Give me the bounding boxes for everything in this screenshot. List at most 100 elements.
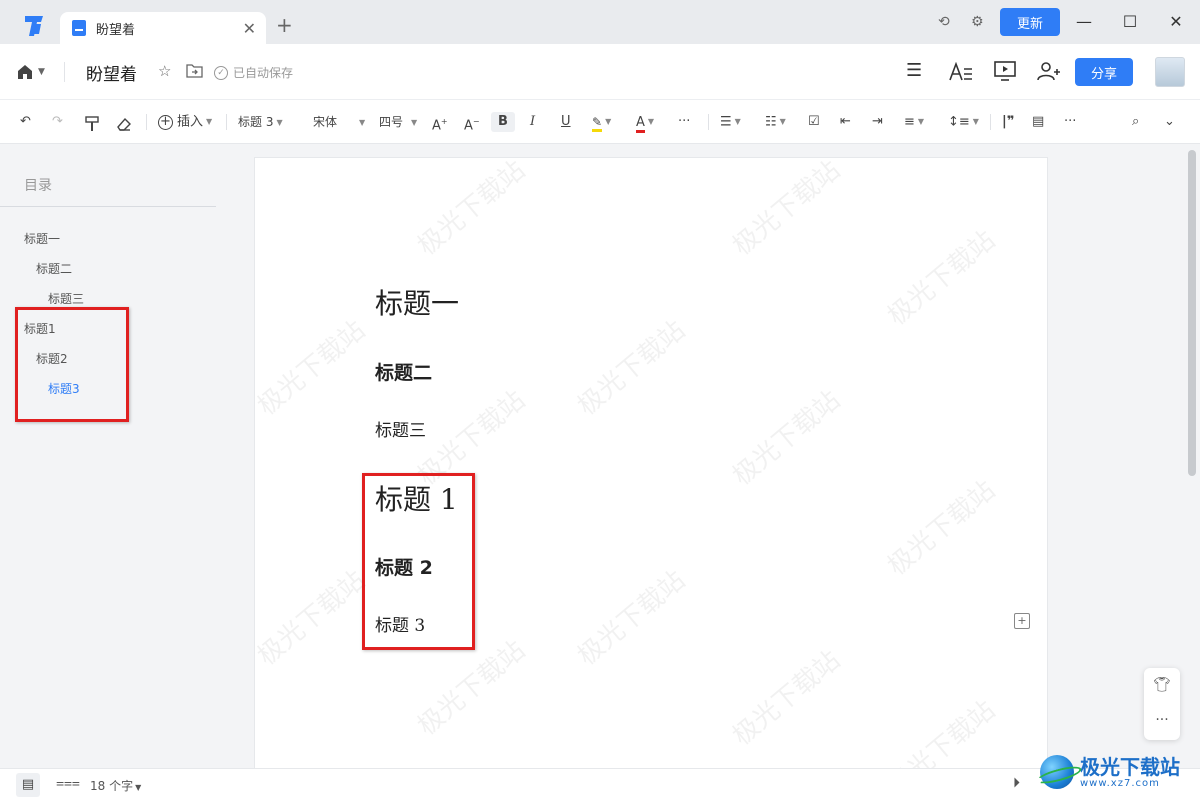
heading-2[interactable]: 标题二 <box>375 358 432 385</box>
close-window-icon[interactable]: ✕ <box>1164 10 1188 34</box>
home-button[interactable]: ▼ <box>16 62 52 82</box>
watermark: 极光下载站 <box>254 565 372 672</box>
chevron-down-icon: ▼ <box>779 117 786 126</box>
chevron-down-icon: ▼ <box>734 117 741 126</box>
share-button[interactable]: 分享 <box>1075 58 1133 86</box>
update-button[interactable]: 更新 <box>1000 8 1060 36</box>
font-family-value: 宋体 <box>313 115 338 129</box>
line-spacing-icon: ↕≡ <box>948 114 970 130</box>
floating-tools: 👕︎ ··· <box>1144 668 1180 740</box>
divider <box>708 114 709 130</box>
bold-icon[interactable]: B <box>491 112 515 132</box>
heading-1[interactable]: 标题一 <box>375 282 459 322</box>
format-painter-icon[interactable] <box>84 114 100 134</box>
home-icon <box>18 65 32 79</box>
divider <box>146 114 147 130</box>
underline-icon[interactable]: U <box>561 112 571 132</box>
toc-item[interactable]: 标题一 <box>24 230 60 247</box>
minimize-icon[interactable]: — <box>1072 10 1096 34</box>
heading-style-select[interactable]: 标题 3 ▼ <box>238 112 283 132</box>
indent-icon[interactable]: ⇥ <box>872 112 883 132</box>
title-bar: 盼望着 ✕ + ⟲ ⚙ 更新 — ☐ ✕ <box>0 0 1200 44</box>
more-icon[interactable]: ··· <box>1144 712 1180 728</box>
folder-move-icon[interactable] <box>186 64 203 78</box>
watermark: 极光下载站 <box>882 225 1002 332</box>
quote-icon[interactable]: |❞ <box>1002 112 1014 132</box>
formatting-toolbar: ↶ ↷ + 插入 ▼ 标题 3 ▼ 宋体 ▼ 四号 ▼ A+ A− B I U ✎ ▼ A ▼… <box>0 100 1200 144</box>
menu-icon[interactable]: ☰ <box>906 60 922 81</box>
watermark: 极光下载站 <box>254 315 372 422</box>
line-spacing-button[interactable]: ↕≡ ▼ <box>948 112 979 132</box>
presentation-icon[interactable] <box>994 61 1016 81</box>
document-icon <box>72 20 86 36</box>
numbered-list-button[interactable]: ☷ ▼ <box>765 112 786 132</box>
chevron-down-icon: ▼ <box>206 117 213 126</box>
watermark: 极光下载站 <box>882 475 1002 582</box>
star-icon[interactable]: ☆ <box>158 62 171 80</box>
site-url: www.xz7.com <box>1080 777 1160 789</box>
watermark: 极光下载站 <box>727 645 847 752</box>
heading-3[interactable]: 标题三 <box>375 416 426 441</box>
plus-circle-icon: + <box>158 114 173 130</box>
chevron-down-icon: ▼ <box>359 117 366 127</box>
document-tab[interactable]: 盼望着 ✕ <box>60 12 266 44</box>
check-circle-icon: ✓ <box>214 65 228 80</box>
toc-sidebar: 目录 标题一 标题二 标题三 标题1 标题2 标题3 <box>0 145 216 768</box>
page-view-icon[interactable]: ▤ <box>16 773 40 797</box>
font-family-select[interactable]: 宋体 ▼ <box>313 112 365 132</box>
more-insert-icon[interactable]: ··· <box>1064 112 1076 132</box>
decrease-font-icon[interactable]: A− <box>464 112 480 133</box>
chevron-down-icon: ▼ <box>411 117 418 127</box>
chevron-down-icon: ▼ <box>38 67 45 77</box>
redo-icon[interactable]: ↷ <box>52 112 63 132</box>
document-page[interactable]: 极光下载站 极光下载站 极光下载站 极光下载站 极光下载站 极光下载站 极光下载… <box>254 157 1048 769</box>
insert-button[interactable]: + 插入 ▼ <box>158 112 212 132</box>
toc-item[interactable]: 标题三 <box>48 290 84 307</box>
watermark: 极光下载站 <box>882 695 1002 769</box>
close-tab-icon[interactable]: ✕ <box>243 19 256 38</box>
increase-font-icon[interactable]: A+ <box>432 112 448 133</box>
site-watermark-logo: 极光下载站 www.xz7.com <box>1040 744 1200 800</box>
app-logo-icon[interactable] <box>22 14 46 38</box>
sync-icon[interactable]: ⟲ <box>938 14 950 30</box>
gear-icon[interactable]: ⚙ <box>971 14 984 30</box>
search-icon[interactable]: ⌕ <box>1132 112 1139 132</box>
web-view-icon[interactable]: ⩶ <box>56 775 80 791</box>
block-icon[interactable]: ▤ <box>1032 112 1044 132</box>
avatar[interactable] <box>1155 57 1185 87</box>
text-style-icon[interactable] <box>949 62 973 82</box>
save-status: ✓ 已自动保存 <box>214 64 293 81</box>
scrollbar-thumb[interactable] <box>1188 150 1196 476</box>
numbered-list-icon: ☷ <box>765 114 777 130</box>
bullet-list-button[interactable]: ☰ ▼ <box>720 112 741 132</box>
align-button[interactable]: ≡ ▼ <box>904 112 924 132</box>
maximize-icon[interactable]: ☐ <box>1118 10 1142 34</box>
add-collaborator-icon[interactable] <box>1037 61 1061 81</box>
watermark: 极光下载站 <box>572 565 692 672</box>
shirt-icon[interactable]: 👕︎ <box>1144 677 1180 693</box>
italic-icon[interactable]: I <box>530 112 535 132</box>
new-tab-button[interactable]: + <box>276 15 293 35</box>
word-count-button[interactable]: 18 个字 ▼ <box>90 777 141 794</box>
divider <box>226 114 227 130</box>
undo-icon[interactable]: ↶ <box>20 112 31 132</box>
clear-format-icon[interactable] <box>116 114 132 134</box>
watermark: 极光下载站 <box>727 385 847 492</box>
chevron-down-icon: ▼ <box>972 117 979 126</box>
checklist-icon[interactable]: ☑ <box>808 112 820 132</box>
font-size-select[interactable]: 四号 ▼ <box>379 112 417 132</box>
divider <box>990 114 991 130</box>
collapse-toolbar-icon[interactable]: ⌄ <box>1164 112 1175 132</box>
outdent-icon[interactable]: ⇤ <box>840 112 851 132</box>
site-name: 极光下载站 <box>1080 754 1180 779</box>
play-circle-icon[interactable]: ⏵ <box>1013 775 1020 791</box>
highlight-color-button[interactable]: ✎ ▼ <box>592 112 611 132</box>
toc-item[interactable]: 标题二 <box>36 260 72 277</box>
font-color-button[interactable]: A ▼ <box>636 112 654 133</box>
highlighter-icon: ✎ <box>592 115 603 132</box>
add-comment-icon[interactable]: + <box>1014 613 1030 629</box>
watermark: 极光下载站 <box>727 157 847 262</box>
more-format-icon[interactable]: ··· <box>678 112 690 132</box>
document-title[interactable]: 盼望着 <box>86 60 137 85</box>
heading-style-value: 标题 3 <box>238 115 274 129</box>
